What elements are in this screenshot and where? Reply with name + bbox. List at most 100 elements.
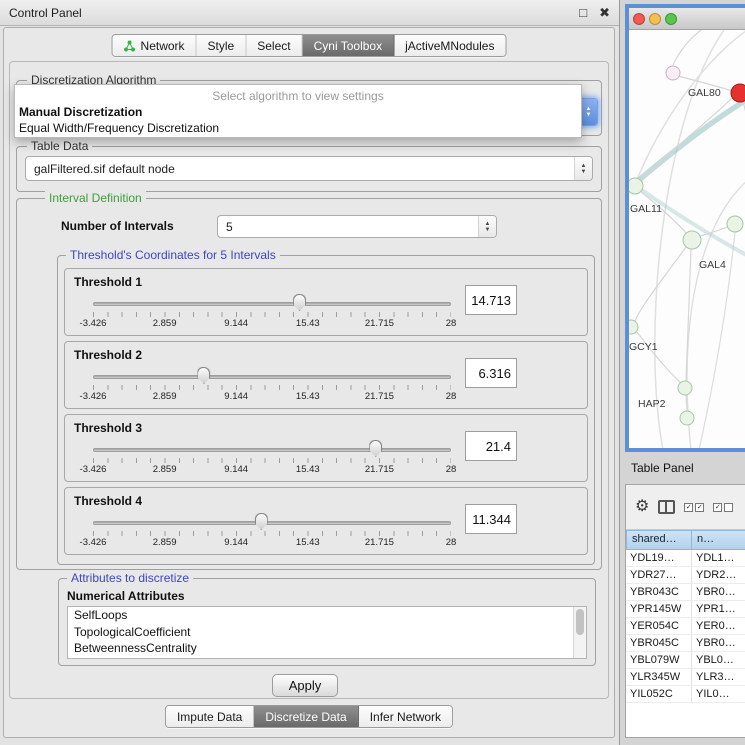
tab-infer-network[interactable]: Infer Network [359,706,452,727]
column-visibility-icon[interactable] [658,500,675,514]
tab-style[interactable]: Style [197,35,247,56]
table-panel-window: ⚙ ✓ ✓ ✓ shared…n… YDL19…YDL1…YDR27…YDR2…… [625,484,745,738]
tab-impute-data[interactable]: Impute Data [166,706,254,727]
control-panel-window: Control Panel □ ✖ NetworkStyleSelectCyni… [0,0,620,745]
apply-button[interactable]: Apply [272,674,338,697]
close-icon[interactable]: ✖ [599,5,610,21]
slider-ticks [93,385,451,390]
scale-label: 28 [446,391,457,402]
column-header-shared-name[interactable]: shared… [626,530,692,550]
scale-label: 21.715 [365,318,394,329]
algorithm-option-equal-width-frequency-discretization[interactable]: Equal Width/Frequency Discretization [15,120,581,136]
table-data-combobox[interactable]: galFiltered.sif default node ▲ ▼ [25,156,593,181]
attribute-list-item[interactable]: SelfLoops [68,607,586,624]
table-cell-shared-name: YBR043C [626,584,692,600]
minimize-traffic-light[interactable] [649,13,661,25]
deselect-all-columns-icon[interactable]: ✓ [713,503,733,512]
table-row[interactable]: YLR345WYLR3… [626,669,745,686]
network-graph[interactable]: GAL80GAL11GAL4GCY1HAP2 [629,30,745,448]
threshold-value-field[interactable]: 21.4 [465,431,517,461]
slider-thumb-icon[interactable] [255,513,268,530]
interval-definition-label: Interval Definition [45,191,146,205]
select-all-columns-icon[interactable]: ✓ ✓ [684,503,704,512]
slider-track[interactable] [93,375,451,379]
attribute-list-item[interactable]: TopologicalCoefficient [68,624,586,641]
slider-track[interactable] [93,302,451,306]
network-node[interactable] [629,178,643,194]
slider-thumb-icon[interactable] [293,294,306,311]
scale-label: 2.859 [153,391,177,402]
column-header-name[interactable]: n… [692,530,745,550]
node-label-gal4: GAL4 [699,259,726,271]
scale-label: 21.715 [365,537,394,548]
settings-gear-icon[interactable]: ⚙ [635,499,649,515]
tab-label: Infer Network [370,710,441,724]
table-row[interactable]: YBR043CYBR0… [626,584,745,601]
network-node[interactable] [727,216,743,232]
scale-label: 9.144 [224,537,248,548]
scale-label: 9.144 [224,464,248,475]
network-icon [124,40,136,52]
scale-label: -3.426 [80,391,107,402]
node-label-hap2: HAP2 [638,398,666,410]
network-node[interactable] [629,320,638,334]
threshold-panel: Threshold 3-3.4262.8599.14415.4321.71528… [64,414,588,482]
network-node[interactable] [680,411,694,425]
table-cell-name: YIL0… [692,686,745,702]
tab-label: Impute Data [177,710,242,724]
network-node[interactable] [678,381,692,395]
network-view-window[interactable]: GAL80GAL11GAL4GCY1HAP2 [625,4,745,452]
tab-select[interactable]: Select [246,35,302,56]
tab-network[interactable]: Network [113,35,197,56]
table-cell-name: YPR1… [692,601,745,617]
table-row[interactable]: YBL079WYBL0… [626,652,745,669]
table-row[interactable]: YBR045CYBR0… [626,635,745,652]
table-row[interactable]: YER054CYER0… [626,618,745,635]
network-node-selected[interactable] [731,84,745,102]
tab-cyni-toolbox[interactable]: Cyni Toolbox [303,35,394,56]
threshold-slider[interactable]: -3.4262.8599.14415.4321.71528 [89,512,459,554]
slider-track[interactable] [93,521,451,525]
network-window-titlebar[interactable] [629,8,745,30]
threshold-value-field[interactable]: 14.713 [465,285,517,315]
combobox-stepper-icon[interactable]: ▲ ▼ [478,216,496,237]
scale-label: 15.43 [296,391,320,402]
scale-label: 28 [446,537,457,548]
attributes-scrollbar[interactable] [573,607,586,658]
table-data-group: Table Data galFiltered.sif default node … [16,146,602,192]
network-canvas[interactable]: GAL80GAL11GAL4GCY1HAP2 [629,30,745,448]
table-header-row: shared…n… [626,530,745,550]
network-node[interactable] [666,66,680,80]
table-row[interactable]: YDR27…YDR2… [626,567,745,584]
threshold-slider[interactable]: -3.4262.8599.14415.4321.71528 [89,366,459,408]
table-row[interactable]: YDL19…YDL1… [626,550,745,567]
slider-track[interactable] [93,448,451,452]
scrollbar-thumb[interactable] [576,609,584,635]
numerical-attributes-list[interactable]: SelfLoopsTopologicalCoefficientBetweenne… [67,606,587,659]
threshold-slider[interactable]: -3.4262.8599.14415.4321.71528 [89,439,459,481]
slider-thumb-icon[interactable] [369,440,382,457]
table-cell-shared-name: YDL19… [626,550,692,566]
main-tabs: NetworkStyleSelectCyni ToolboxjActiveMNo… [112,34,507,57]
table-row[interactable]: YPR145WYPR1… [626,601,745,618]
slider-track-wrap: -3.4262.8599.14415.4321.71528 [93,293,451,335]
combobox-stepper-icon[interactable]: ▲ ▼ [574,157,592,180]
tab-discretize-data[interactable]: Discretize Data [254,706,358,727]
slider-thumb-icon[interactable] [197,367,210,384]
network-node[interactable] [683,231,701,249]
threshold-slider[interactable]: -3.4262.8599.14415.4321.71528 [89,293,459,335]
threshold-value-field[interactable]: 6.316 [465,358,517,388]
table-cell-name: YBL0… [692,652,745,668]
float-window-icon[interactable]: □ [579,5,587,20]
close-traffic-light[interactable] [633,13,645,25]
stepper-down-icon: ▼ [485,227,491,233]
table-cell-shared-name: YDR27… [626,567,692,583]
zoom-traffic-light[interactable] [665,13,677,25]
attribute-list-item[interactable]: BetweennessCentrality [68,640,586,657]
number-of-intervals-combobox[interactable]: 5 ▲ ▼ [217,215,497,238]
control-panel-titlebar[interactable]: Control Panel □ ✖ [0,0,619,26]
table-row[interactable]: YIL052CYIL0… [626,686,745,703]
tab-jactivemnodules[interactable]: jActiveMNodules [394,35,505,56]
algorithm-option-manual-discretization[interactable]: Manual Discretization [15,104,581,120]
threshold-value-field[interactable]: 11.344 [465,504,517,534]
